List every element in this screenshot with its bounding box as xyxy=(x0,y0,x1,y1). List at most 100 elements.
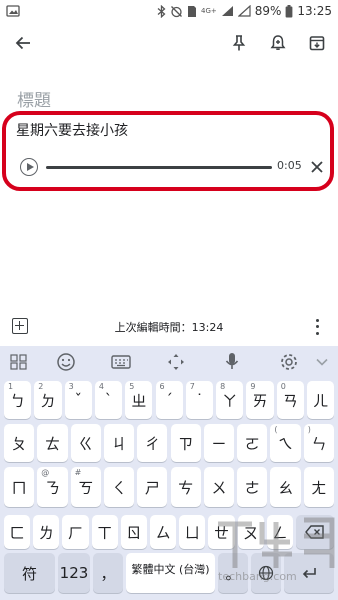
key-row4-3[interactable]: ㄏ xyxy=(62,515,89,549)
key-row3-7[interactable]: ㄨ xyxy=(203,467,235,507)
key-label: ㄏ xyxy=(67,523,83,542)
key-row3-9[interactable]: ㄠ xyxy=(270,467,301,507)
key-label: ㄦ xyxy=(313,391,329,410)
language-globe-key[interactable] xyxy=(251,553,281,593)
key-row3-2[interactable]: @ ㄋ xyxy=(37,467,68,507)
backspace-icon xyxy=(305,525,324,539)
key-row1-10[interactable]: 0ㄢ xyxy=(276,381,304,419)
space-key[interactable]: 繁體中文 (台灣) xyxy=(126,553,215,593)
archive-icon[interactable] xyxy=(304,30,330,56)
more-vert-icon[interactable] xyxy=(311,317,323,337)
signal-icon xyxy=(221,6,233,16)
key-row3-5[interactable]: ㄕ xyxy=(137,467,168,507)
key-row2-10[interactable]: ) ㄣ xyxy=(303,424,334,462)
key-row1-3[interactable]: 3ˇ xyxy=(64,381,92,419)
key-row4-1[interactable]: ㄈ xyxy=(4,515,31,549)
status-bar: 4G+ 89% 13:25 xyxy=(0,0,338,22)
key-row1-5[interactable]: 5ㄓ xyxy=(125,381,153,419)
enter-key[interactable] xyxy=(284,553,334,593)
key-row4-7[interactable]: ㄩ xyxy=(179,515,206,549)
symbols-key[interactable]: 符 xyxy=(4,553,55,593)
key-row1-1[interactable]: 1ㄅ xyxy=(4,381,32,419)
key-hint: 6 xyxy=(159,382,165,391)
key-row3-3[interactable]: # ㄎ xyxy=(70,467,101,507)
key-row1-2[interactable]: 2ㄉ xyxy=(34,381,62,419)
collapse-chevron-icon[interactable] xyxy=(311,351,333,373)
key-hint: 8 xyxy=(220,382,226,391)
key-label: ˇ xyxy=(74,391,82,409)
key-label: ㄗ xyxy=(178,434,194,453)
key-row2-8[interactable]: ㄛ xyxy=(237,424,268,462)
key-row1-9[interactable]: 9ㄞ xyxy=(246,381,274,419)
enter-icon xyxy=(302,568,316,579)
audio-progress-track[interactable] xyxy=(46,166,272,169)
key-label: ㄕ xyxy=(144,478,160,497)
symbols-key-label: 符 xyxy=(21,564,37,583)
key-row1-4[interactable]: 4ˋ xyxy=(94,381,123,419)
key-hint: 0 xyxy=(280,382,286,391)
play-icon[interactable] xyxy=(20,158,38,176)
key-row2-4[interactable]: ㄐ xyxy=(103,424,135,462)
back-arrow-icon[interactable] xyxy=(10,30,36,56)
key-label: ˋ xyxy=(104,391,113,409)
key-label: ㄅ xyxy=(10,391,26,410)
key-label: ㄟ xyxy=(278,434,294,453)
key-row2-6[interactable]: ㄗ xyxy=(170,424,201,462)
key-row1-7[interactable]: 7 ˙ xyxy=(185,381,214,419)
numbers-key[interactable]: 123 xyxy=(58,553,90,593)
key-row2-1[interactable]: ㄆ xyxy=(4,424,35,462)
key-row3-6[interactable]: ㄘ xyxy=(170,467,201,507)
key-row2-7[interactable]: ㄧ xyxy=(203,424,235,462)
audio-duration: 0:05 xyxy=(277,159,302,172)
key-label: ㄠ xyxy=(278,478,294,497)
settings-icon[interactable] xyxy=(278,351,300,373)
key-label: ㄞ xyxy=(252,391,268,410)
key-row2-3[interactable]: ㄍ xyxy=(70,424,101,462)
key-label: ㄩ xyxy=(184,523,200,542)
note-title-input[interactable]: 標題 xyxy=(17,86,51,111)
period-key[interactable]: 。 xyxy=(218,553,248,593)
key-row4-10[interactable]: ㄥ xyxy=(266,515,293,549)
key-row4-6[interactable]: ㄙ xyxy=(150,515,177,549)
comma-key[interactable]: ， xyxy=(93,553,123,593)
key-row1-6[interactable]: 6ˊ xyxy=(155,381,183,419)
status-left xyxy=(6,5,20,17)
close-icon[interactable] xyxy=(306,156,328,178)
key-label: ㄍ xyxy=(78,434,94,453)
key-row4-4[interactable]: ㄒ xyxy=(91,515,118,549)
emoji-icon[interactable] xyxy=(55,351,77,373)
key-row3-10[interactable]: ㄤ xyxy=(303,467,334,507)
microphone-icon[interactable] xyxy=(221,351,243,373)
pin-icon[interactable] xyxy=(226,30,252,56)
key-hint: @ xyxy=(41,468,50,477)
key-row4-5[interactable]: ㄖ xyxy=(120,515,147,549)
key-row3-1[interactable]: ㄇ xyxy=(4,467,35,507)
key-row1-11[interactable]: ㄦ xyxy=(307,381,335,419)
reminder-bell-icon[interactable] xyxy=(265,30,291,56)
globe-icon xyxy=(258,565,274,581)
key-label: ㄔ xyxy=(144,434,160,453)
key-hint: 7 xyxy=(189,382,195,391)
key-label: ㄣ xyxy=(311,434,327,453)
key-label: ㄋ xyxy=(44,478,60,497)
key-row4-2[interactable]: ㄌ xyxy=(33,515,60,549)
key-label: ˊ xyxy=(165,391,173,409)
key-row1-8[interactable]: 8ㄚ xyxy=(216,381,244,419)
key-row2-2[interactable]: ㄊ xyxy=(37,424,68,462)
note-body-text[interactable]: 星期六要去接小孩 xyxy=(16,120,128,140)
key-row2-5[interactable]: ㄔ xyxy=(137,424,168,462)
key-row4-9[interactable]: ㄡ xyxy=(237,515,264,549)
key-label: ㄢ xyxy=(282,391,298,410)
key-label: ㄝ xyxy=(213,523,229,542)
key-row2-9[interactable]: (ㄟ xyxy=(270,424,301,462)
key-row3-4[interactable]: ㄑ xyxy=(103,467,135,507)
backspace-key[interactable] xyxy=(296,515,334,549)
key-row4-8[interactable]: ㄝ xyxy=(208,515,235,549)
key-label: ㄓ xyxy=(131,391,147,410)
key-row3-8[interactable]: ㄜ xyxy=(237,467,268,507)
keyboard-icon[interactable] xyxy=(110,351,132,373)
keyboard-grid-icon[interactable] xyxy=(8,351,30,373)
move-cursor-icon[interactable] xyxy=(165,351,187,373)
key-label: ㄐ xyxy=(111,434,127,453)
key-label: ㄖ xyxy=(126,523,142,542)
